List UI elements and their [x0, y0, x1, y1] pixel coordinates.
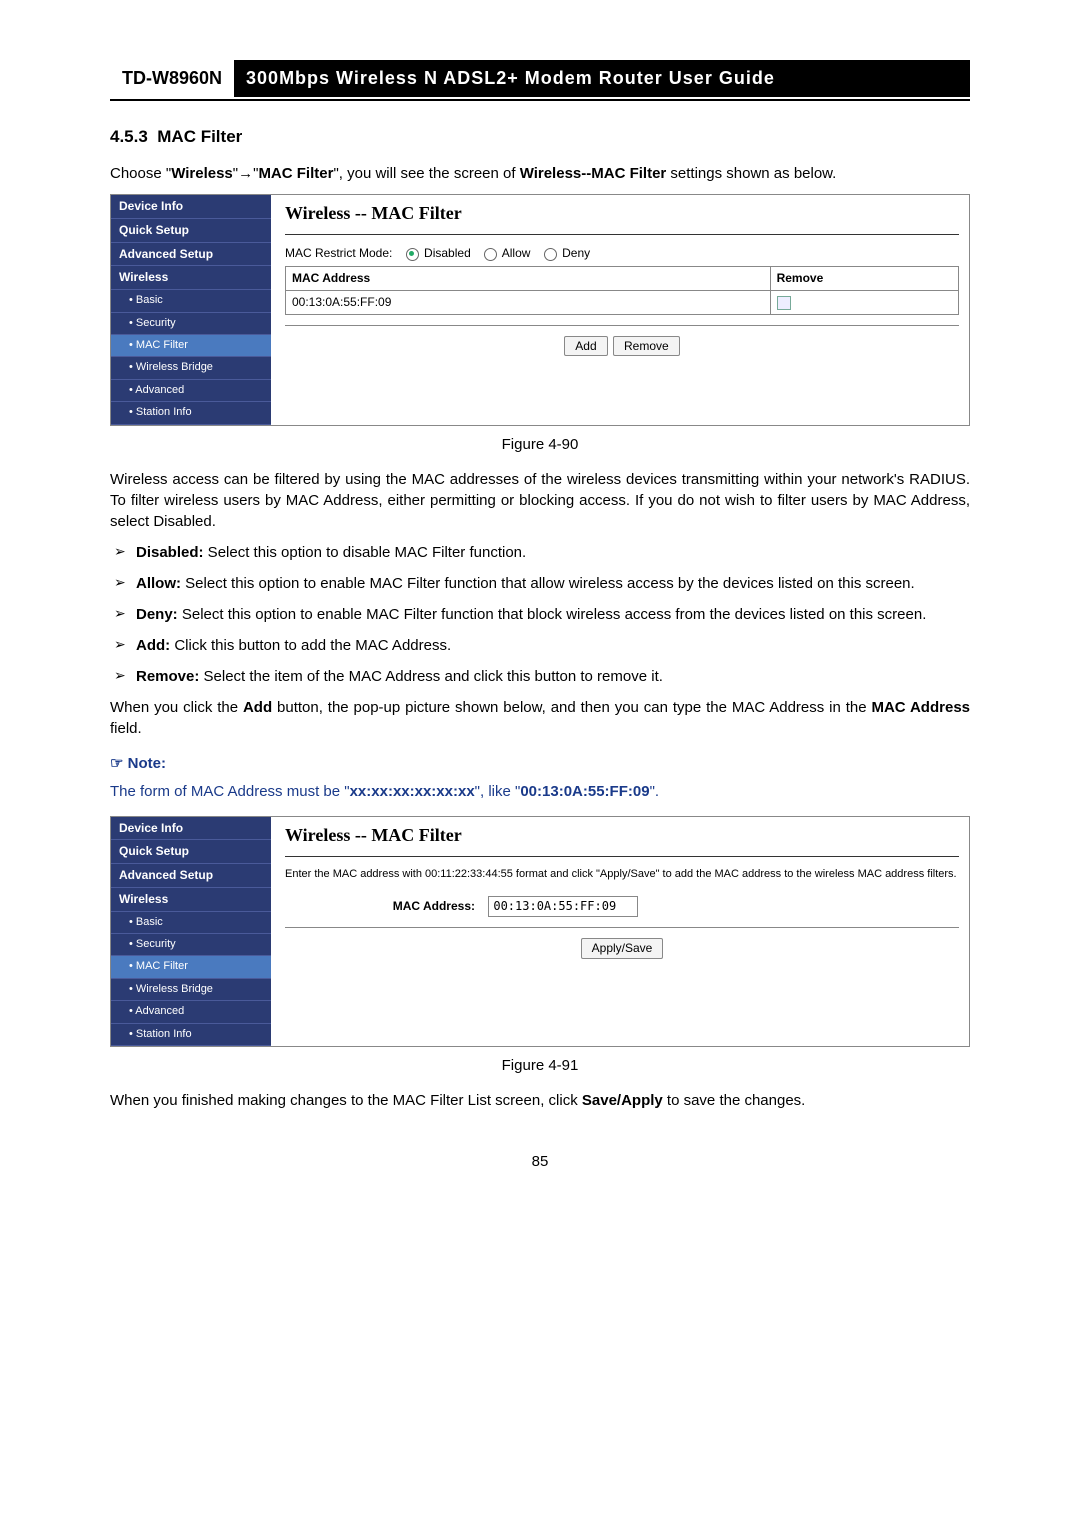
instruction-text: Enter the MAC address with 00:11:22:33:4…	[285, 867, 959, 882]
panel-title: Wireless -- MAC Filter	[285, 201, 959, 226]
sidebar-item[interactable]: • Wireless Bridge	[111, 979, 271, 1001]
doc-title: 300Mbps Wireless N ADSL2+ Modem Router U…	[234, 60, 970, 97]
section-name: MAC Filter	[157, 127, 242, 146]
closing-paragraph: When you finished making changes to the …	[110, 1090, 970, 1111]
sidebar-item[interactable]: Device Info	[111, 817, 271, 841]
sidebar-item[interactable]: • Advanced	[111, 1001, 271, 1023]
sidebar-item[interactable]: Wireless	[111, 888, 271, 912]
body-paragraph-1: Wireless access can be filtered by using…	[110, 469, 970, 532]
radio-allow[interactable]	[484, 248, 497, 261]
sidebar-item[interactable]: • MAC Filter	[111, 335, 271, 357]
add-button[interactable]: Add	[564, 336, 607, 357]
list-item: Disabled: Select this option to disable …	[110, 542, 970, 563]
figure-content: Wireless -- MAC Filter Enter the MAC add…	[271, 817, 969, 1047]
model-number: TD-W8960N	[110, 60, 234, 97]
panel-title: Wireless -- MAC Filter	[285, 823, 959, 848]
mac-address-input[interactable]: 00:13:0A:55:FF:09	[488, 896, 638, 917]
note-body: The form of MAC Address must be "xx:xx:x…	[110, 781, 970, 802]
bullet-list: Disabled: Select this option to disable …	[110, 542, 970, 687]
page-number: 85	[110, 1151, 970, 1172]
mac-address-label: MAC Address:	[345, 898, 485, 915]
restrict-label: MAC Restrict Mode:	[285, 246, 392, 260]
figure-4-90: Device InfoQuick SetupAdvanced SetupWire…	[110, 194, 970, 426]
sidebar-item[interactable]: • Advanced	[111, 380, 271, 402]
sidebar-item[interactable]: Advanced Setup	[111, 864, 271, 888]
apply-save-button[interactable]: Apply/Save	[581, 938, 664, 959]
sidebar-item[interactable]: • Basic	[111, 912, 271, 934]
remove-checkbox[interactable]	[777, 296, 791, 310]
sidebar-item[interactable]: Wireless	[111, 266, 271, 290]
mac-input-row: MAC Address: 00:13:0A:55:FF:09	[285, 896, 959, 917]
th-mac: MAC Address	[286, 266, 771, 290]
list-item: Add: Click this button to add the MAC Ad…	[110, 635, 970, 656]
pointer-icon: ☞	[110, 756, 123, 772]
section-number: 4.5.3	[110, 127, 148, 146]
mac-cell: 00:13:0A:55:FF:09	[286, 290, 771, 314]
remove-button[interactable]: Remove	[613, 336, 680, 357]
sidebar-item[interactable]: • Station Info	[111, 1024, 271, 1046]
sidebar-item[interactable]: • Security	[111, 313, 271, 335]
sidebar-item[interactable]: • Security	[111, 934, 271, 956]
note-heading: ☞ Note:	[110, 753, 970, 775]
list-item: Allow: Select this option to enable MAC …	[110, 573, 970, 594]
button-row: Apply/Save	[285, 938, 959, 959]
mac-restrict-row: MAC Restrict Mode: Disabled Allow Deny	[285, 245, 959, 262]
radio-disabled[interactable]	[406, 248, 419, 261]
list-item: Deny: Select this option to enable MAC F…	[110, 604, 970, 625]
sidebar-item[interactable]: Quick Setup	[111, 219, 271, 243]
remove-cell	[770, 290, 958, 314]
sidebar-nav: Device InfoQuick SetupAdvanced SetupWire…	[111, 195, 271, 425]
sidebar-item[interactable]: Advanced Setup	[111, 243, 271, 267]
sidebar-item[interactable]: • Wireless Bridge	[111, 357, 271, 379]
intro-paragraph: Choose "Wireless"→"MAC Filter", you will…	[110, 163, 970, 184]
figure-4-91: Device InfoQuick SetupAdvanced SetupWire…	[110, 816, 970, 1048]
radio-deny[interactable]	[544, 248, 557, 261]
figure-caption-90: Figure 4-90	[110, 434, 970, 455]
figure-content: Wireless -- MAC Filter MAC Restrict Mode…	[271, 195, 969, 425]
button-row: Add Remove	[285, 336, 959, 357]
table-row: 00:13:0A:55:FF:09	[286, 290, 959, 314]
sidebar-item[interactable]: • MAC Filter	[111, 956, 271, 978]
section-heading: 4.5.3 MAC Filter	[110, 125, 970, 149]
sidebar-item[interactable]: • Station Info	[111, 402, 271, 424]
figure-caption-91: Figure 4-91	[110, 1055, 970, 1076]
sidebar-nav: Device InfoQuick SetupAdvanced SetupWire…	[111, 817, 271, 1047]
body-paragraph-2: When you click the Add button, the pop-u…	[110, 697, 970, 739]
doc-header: TD-W8960N 300Mbps Wireless N ADSL2+ Mode…	[110, 60, 970, 101]
th-remove: Remove	[770, 266, 958, 290]
sidebar-item[interactable]: Quick Setup	[111, 840, 271, 864]
sidebar-item[interactable]: Device Info	[111, 195, 271, 219]
sidebar-item[interactable]: • Basic	[111, 290, 271, 312]
mac-table: MAC Address Remove 00:13:0A:55:FF:09	[285, 266, 959, 315]
list-item: Remove: Select the item of the MAC Addre…	[110, 666, 970, 687]
